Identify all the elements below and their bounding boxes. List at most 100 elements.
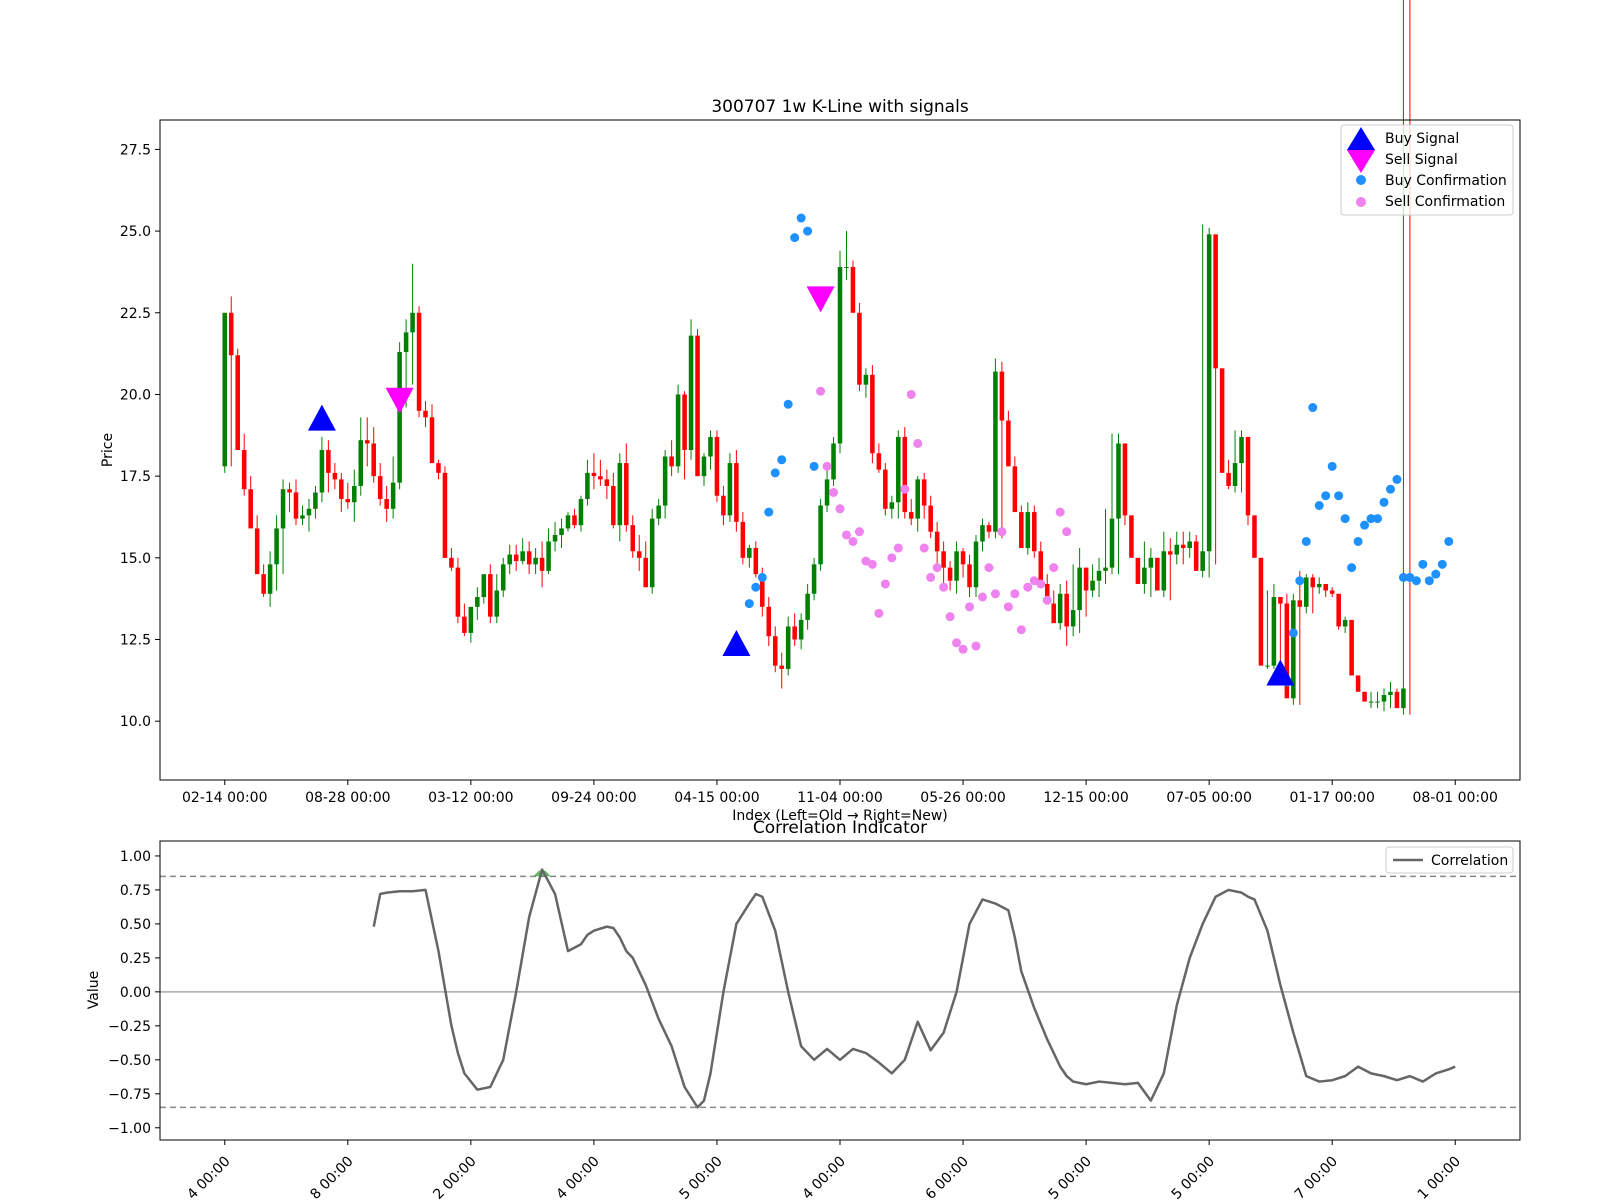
candle-body <box>1051 603 1056 624</box>
candle <box>714 430 720 503</box>
buy-confirmation-point <box>770 468 780 478</box>
correlation-y-tick-label: −1.00 <box>108 1121 151 1137</box>
candle-body <box>287 489 292 493</box>
candle-body <box>701 456 707 477</box>
candle-body <box>585 472 590 500</box>
buy-confirmation-point <box>777 455 787 465</box>
candle-body <box>526 551 532 565</box>
sell-confirmation-point <box>854 527 864 537</box>
sell-confirmation-point <box>971 641 981 651</box>
candle <box>416 306 422 418</box>
candle-body <box>1006 420 1011 467</box>
candle-body <box>481 574 487 598</box>
candle-body <box>1168 551 1173 555</box>
candle <box>1206 227 1212 578</box>
candle-body <box>261 574 266 594</box>
price-y-axis: 10.0 12.5 15.0 17.5 20.0 22.5 25.0 27.5 <box>120 142 160 730</box>
candle-body <box>1200 551 1205 571</box>
candle-body <box>326 450 331 473</box>
price-y-tick-label: 12.5 <box>120 633 151 649</box>
candle-body <box>818 505 823 565</box>
buy-confirmation-point <box>796 213 806 223</box>
sell-confirmation-point <box>893 543 903 553</box>
price-x-tick-label: 11-04 00:00 <box>797 790 882 806</box>
candle <box>649 508 655 594</box>
sell-confirmation-point <box>1003 602 1013 612</box>
buy-confirmation-point <box>1431 569 1441 579</box>
candle-body <box>1161 551 1167 591</box>
candle-body <box>870 374 875 454</box>
candle-body <box>779 665 784 669</box>
buy-confirmation-point <box>744 599 754 609</box>
candle-body <box>1232 463 1238 486</box>
sell-confirmation-point <box>887 553 897 563</box>
correlation-x-axis: 4 00:00 8 00:00 2 00:00 4 00:00 5 00:00 4 00:… <box>184 1140 1464 1200</box>
price-chart-title: 300707 1w K-Line with signals <box>711 97 969 117</box>
candle-body <box>319 450 325 493</box>
candle <box>442 466 448 558</box>
candle-body <box>377 476 383 500</box>
candle-body <box>591 472 597 477</box>
correlation-chart-title: Correlation Indicator <box>753 818 927 838</box>
candle-body <box>449 557 454 568</box>
buy-confirmation-point <box>1308 403 1318 413</box>
correlation-plot-area <box>160 841 1520 1140</box>
candle-body <box>811 564 817 594</box>
candle-body <box>1239 436 1244 464</box>
candle-body <box>306 508 312 516</box>
candle-body <box>371 443 376 477</box>
candle <box>1219 368 1225 473</box>
candle <box>857 302 862 392</box>
correlation-x-tick-label: 6 00:00 <box>923 1154 972 1200</box>
correlation-x-tick-label: 5 00:00 <box>1169 1154 1218 1200</box>
candle-body <box>455 567 461 617</box>
candle-body <box>980 525 985 542</box>
candle <box>1122 443 1128 526</box>
candle-body <box>662 456 668 506</box>
sell-confirmation-point <box>952 638 962 648</box>
candle <box>1135 557 1141 584</box>
price-x-tick-label: 03-12 00:00 <box>428 790 513 806</box>
legend-buy-confirmation-label: Buy Confirmation <box>1385 173 1507 189</box>
candle <box>1155 557 1160 591</box>
candle <box>1129 515 1134 558</box>
buy-confirmation-point <box>1327 461 1337 471</box>
price-panel: 300707 1w K-Line with signals 10.0 12.5 15… <box>100 0 1521 824</box>
legend-sell-signal-label: Sell Signal <box>1385 152 1458 168</box>
candle-body <box>397 351 402 483</box>
correlation-x-tick-label: 2 00:00 <box>430 1154 479 1200</box>
candle-body <box>552 534 558 542</box>
sell-confirmation-point <box>822 461 832 471</box>
buy-confirmation-point <box>1385 484 1395 494</box>
candle-body <box>850 267 856 313</box>
candle-body <box>999 371 1005 421</box>
candle-body <box>960 551 966 565</box>
sell-confirmation-point <box>984 563 994 573</box>
candle-body <box>656 505 661 519</box>
sell-confirmation-point <box>829 487 839 497</box>
correlation-panel: Correlation Indicator −1.00 −0.75 −0.50 −0.… <box>86 818 1521 1200</box>
candle-body <box>442 472 448 558</box>
candle-body <box>578 499 584 526</box>
sell-confirmation-point <box>906 389 916 399</box>
candle-body <box>766 606 772 637</box>
price-x-tick-label: 09-24 00:00 <box>551 790 636 806</box>
buy-confirmation-point <box>1444 536 1454 546</box>
buy-confirmation-point <box>1424 576 1434 586</box>
candle-body <box>714 436 720 496</box>
buy-confirmation-point <box>1411 576 1421 586</box>
price-y-tick-label: 10.0 <box>120 714 151 730</box>
sell-confirmation-point <box>867 559 877 569</box>
sell-confirmation-point <box>1062 527 1072 537</box>
price-x-tick-label: 08-01 00:00 <box>1412 790 1497 806</box>
candle-body <box>941 551 946 568</box>
sell-confirmation-point <box>1036 579 1046 589</box>
candle-body <box>721 495 726 516</box>
candle-body <box>1096 570 1102 581</box>
price-y-tick-label: 20.0 <box>120 387 151 403</box>
candle-body <box>695 335 700 477</box>
candle-body <box>539 557 545 571</box>
candle-body <box>727 463 733 516</box>
candle-body <box>636 551 642 558</box>
correlation-y-tick-label: −0.25 <box>108 1019 151 1035</box>
